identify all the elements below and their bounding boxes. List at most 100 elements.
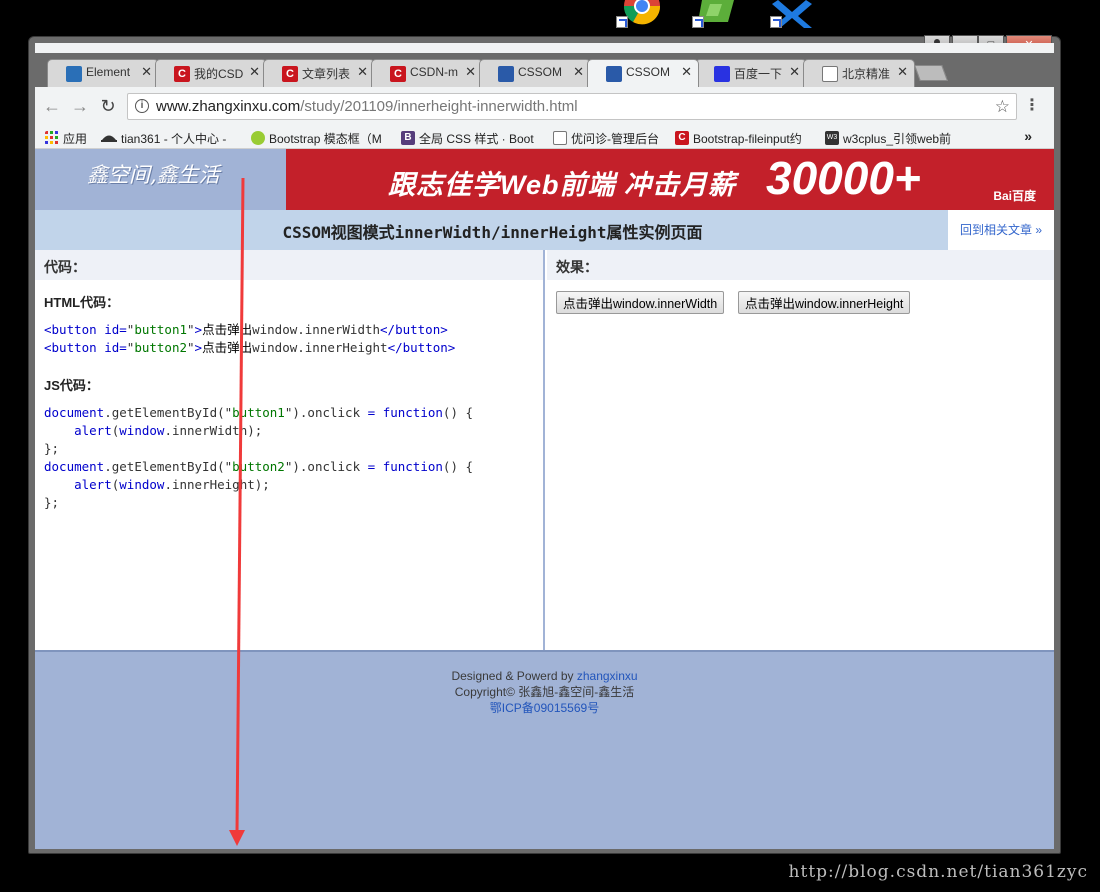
- site-info-icon[interactable]: i: [135, 99, 149, 113]
- tab-cssom-active[interactable]: CSSOM ✕: [587, 59, 699, 87]
- bookmark-fileinput[interactable]: C Bootstrap-fileinput约: [675, 130, 815, 147]
- bookmark-label: tian361 - 个人中心 -: [121, 132, 227, 146]
- shortcut-arrow-icon: [616, 16, 628, 28]
- html-code-block: <button id="button1">点击弹出window.innerWid…: [44, 322, 456, 355]
- tab-label: 北京精准: [842, 67, 891, 81]
- shortcut-arrow-icon: [692, 16, 704, 28]
- content-columns: 代码： HTML代码： <button id="button1">点击弹出win…: [35, 250, 1054, 650]
- bootstrap-green-icon: [251, 131, 265, 145]
- page-title-bar: CSSOM视图模式innerWidth/innerHeight属性实例页面 回到…: [35, 210, 1054, 250]
- chrome-shortcut-icon[interactable]: [616, 0, 661, 28]
- tab-label: CSSOM: [518, 65, 563, 79]
- tab-beijing[interactable]: 北京精准 ✕: [803, 59, 915, 87]
- tab-close-icon[interactable]: ✕: [681, 64, 692, 80]
- green-app-shortcut-icon[interactable]: [692, 0, 736, 28]
- effect-column: 效果： 点击弹出window.innerWidth 点击弹出window.inn…: [547, 250, 1054, 650]
- address-bar[interactable]: i www.zhangxinxu.com/study/201109/innerh…: [127, 93, 1017, 120]
- blue-app-shortcut-icon[interactable]: [770, 0, 814, 28]
- bookmark-star-icon[interactable]: ☆: [995, 94, 1010, 119]
- watermark: http://blog.csdn.net/tian361zyc: [788, 862, 1088, 882]
- tab-my-csdn[interactable]: C 我的CSD ✕: [155, 59, 267, 87]
- zhangxinxu-icon: [498, 66, 514, 82]
- new-tab-button[interactable]: [914, 65, 948, 81]
- page-viewport: 鑫空间,鑫生活 跟志佳学Web前端 冲击月薪 30000+ Bai百度 CSSO…: [35, 149, 1054, 849]
- bookmark-label: Bootstrap 模态框（M: [269, 132, 382, 146]
- document-icon: [822, 66, 838, 82]
- inner-width-button[interactable]: 点击弹出window.innerWidth: [556, 291, 725, 314]
- js-code-block: document.getElementById("button1").oncli…: [44, 405, 474, 510]
- site-logo[interactable]: 鑫空间,鑫生活: [87, 159, 220, 189]
- browser-window: – □ ✕ Element ✕ C 我的CSD ✕ C 文章列表 ✕: [28, 35, 1061, 854]
- tab-label: 百度一下: [734, 67, 783, 81]
- bookmark-label: w3cplus_引领web前: [843, 132, 952, 146]
- tab-csdn-m[interactable]: C CSDN-m ✕: [371, 59, 483, 87]
- author-link[interactable]: zhangxinxu: [577, 669, 638, 683]
- tab-article-list[interactable]: C 文章列表 ✕: [263, 59, 375, 87]
- bookmark-apps[interactable]: 应用: [45, 130, 87, 147]
- back-to-article-link[interactable]: 回到相关文章 »: [948, 210, 1054, 250]
- zhangxinxu-icon: [606, 66, 622, 82]
- code-column: 代码： HTML代码： <button id="button1">点击弹出win…: [35, 250, 545, 650]
- code-heading: 代码：: [35, 250, 543, 280]
- bookmark-youwenzhen[interactable]: 优问诊-管理后台: [553, 130, 673, 147]
- bookmark-bootstrap-modal[interactable]: Bootstrap 模态框（M: [251, 130, 389, 147]
- inner-height-button[interactable]: 点击弹出window.innerHeight: [738, 291, 911, 314]
- tab-elements[interactable]: Element ✕: [47, 59, 159, 87]
- tab-close-icon[interactable]: ✕: [141, 64, 152, 80]
- csdn-icon: C: [390, 66, 406, 82]
- browser-toolbar: ← → ↻ i www.zhangxinxu.com/study/201109/…: [35, 87, 1054, 127]
- desktop: – □ ✕ Element ✕ C 我的CSD ✕ C 文章列表 ✕: [0, 0, 1100, 892]
- tab-label: CSDN-m: [410, 65, 458, 79]
- chrome-browser: Element ✕ C 我的CSD ✕ C 文章列表 ✕ C CSDN-m ✕: [35, 43, 1054, 849]
- tab-cssom-1[interactable]: CSSOM ✕: [479, 59, 591, 87]
- hat-icon: [101, 135, 117, 142]
- bookmark-tian361[interactable]: tian361 - 个人中心 -: [101, 130, 241, 147]
- bookmark-label: 优问诊-管理后台: [571, 132, 659, 146]
- bootstrap-b-icon: B: [401, 131, 415, 145]
- tab-strip: Element ✕ C 我的CSD ✕ C 文章列表 ✕ C CSDN-m ✕: [35, 53, 1054, 87]
- apps-grid-icon: [45, 131, 58, 144]
- tab-close-icon[interactable]: ✕: [357, 64, 368, 80]
- tab-label: Element: [86, 65, 131, 79]
- bookmark-w3cplus[interactable]: W3 w3cplus_引领web前: [825, 130, 965, 147]
- tab-label: 文章列表: [302, 67, 351, 81]
- ad-banner[interactable]: 跟志佳学Web前端 冲击月薪 30000+ Bai百度: [286, 149, 1054, 210]
- url-path: /study/201109/innerheight-innerwidth.htm…: [300, 98, 578, 115]
- footer-credit: Designed & Powerd by zhangxinxu: [35, 668, 1054, 684]
- html-code-label: HTML代码：: [44, 295, 120, 310]
- shortcut-arrow-icon: [770, 16, 782, 28]
- elements-icon: [66, 66, 82, 82]
- js-code-label: JS代码：: [44, 378, 99, 393]
- bookmarks-bar: 应用 tian361 - 个人中心 - Bootstrap 模态框（M B 全局…: [35, 127, 1054, 149]
- tab-close-icon[interactable]: ✕: [789, 64, 800, 80]
- effect-heading: 效果：: [547, 250, 1054, 280]
- bookmarks-overflow-button[interactable]: »: [1024, 128, 1032, 144]
- tab-close-icon[interactable]: ✕: [249, 64, 260, 80]
- back-arrow-icon[interactable]: ←: [41, 96, 63, 117]
- csdn-icon: C: [174, 66, 190, 82]
- url-host: www.zhangxinxu.com: [156, 98, 301, 115]
- csdn-icon: C: [282, 66, 298, 82]
- tab-close-icon[interactable]: ✕: [897, 64, 908, 80]
- bookmark-label: 全局 CSS 样式 · Boot: [419, 132, 534, 146]
- footer-credit-text: Designed & Powerd by: [451, 669, 577, 683]
- bookmark-bootstrap-css[interactable]: B 全局 CSS 样式 · Boot: [401, 130, 541, 147]
- tab-baidu[interactable]: 百度一下 ✕: [695, 59, 807, 87]
- document-icon: [553, 131, 567, 145]
- ad-salary: 30000+: [766, 152, 921, 204]
- reload-icon[interactable]: ↻: [97, 96, 119, 117]
- tab-label: 我的CSD: [194, 67, 244, 81]
- csdn-icon: C: [675, 131, 689, 145]
- icp-link[interactable]: 鄂ICP备09015569号: [35, 700, 1054, 716]
- tab-close-icon[interactable]: ✕: [573, 64, 584, 80]
- site-banner: 鑫空间,鑫生活 跟志佳学Web前端 冲击月薪 30000+ Bai百度: [35, 149, 1054, 210]
- chrome-menu-icon[interactable]: ⋮: [1024, 95, 1040, 115]
- page-title: CSSOM视图模式innerWidth/innerHeight属性实例页面: [282, 223, 703, 242]
- bookmark-label: 应用: [63, 132, 88, 146]
- forward-arrow-icon[interactable]: →: [69, 96, 91, 117]
- ad-headline: 跟志佳学Web前端 冲击月薪: [388, 170, 737, 200]
- tab-close-icon[interactable]: ✕: [465, 64, 476, 80]
- baidu-icon: [714, 66, 730, 82]
- site-footer: Designed & Powerd by zhangxinxu Copyrigh…: [35, 650, 1054, 849]
- bookmark-label: Bootstrap-fileinput约: [693, 132, 802, 146]
